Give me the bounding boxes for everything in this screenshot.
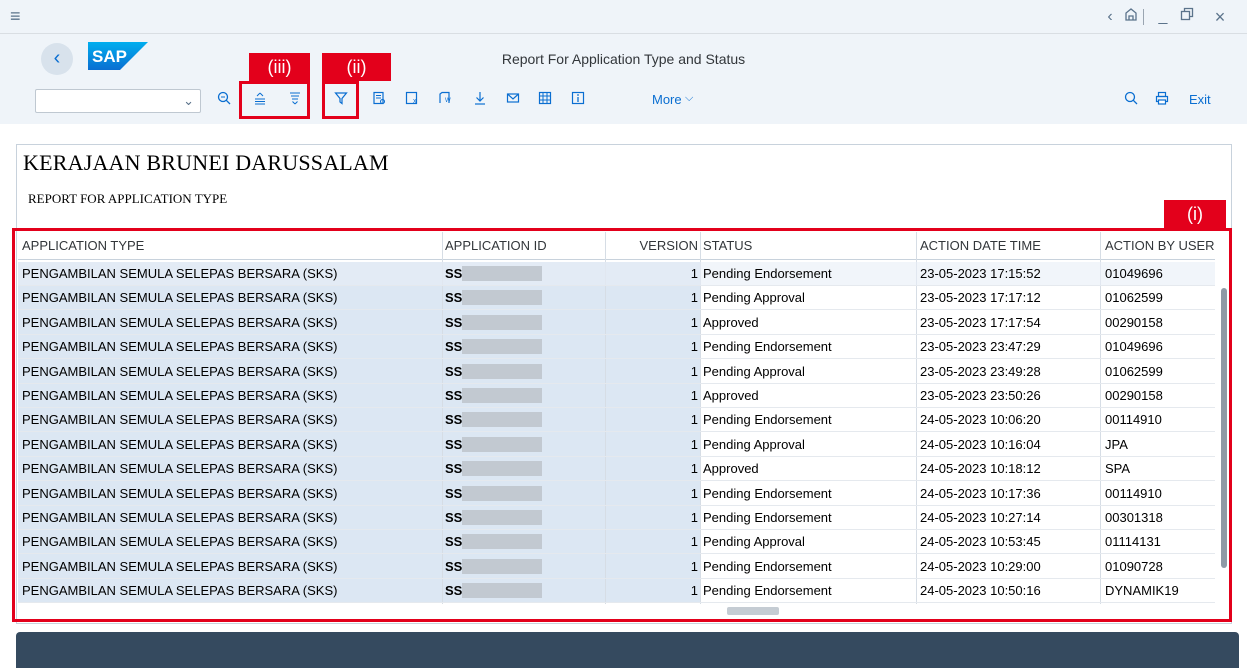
download-icon[interactable] (470, 90, 490, 110)
zoom-icon[interactable] (214, 90, 234, 110)
report-heading: KERAJAAN BRUNEI DARUSSALAM (23, 150, 389, 175)
annotation-label-i: (i) (1164, 200, 1226, 230)
info-icon[interactable] (568, 90, 588, 110)
annotation-box-i (12, 228, 1232, 622)
details-icon[interactable] (369, 90, 389, 110)
chevron-down-icon: ⌄ (183, 93, 194, 108)
search-icon[interactable] (1121, 90, 1141, 110)
annotation-label-iii: (iii) (249, 53, 310, 81)
home-icon[interactable] (1120, 7, 1142, 27)
export-excel-icon[interactable]: x (403, 90, 423, 110)
export-word-icon[interactable]: W (436, 90, 456, 110)
svg-text:x: x (413, 98, 417, 105)
svg-text:W: W (445, 98, 451, 104)
annotation-box-ii (322, 81, 359, 119)
chevron-down-icon[interactable]: ⌵ (685, 92, 693, 105)
more-menu-label[interactable]: More (652, 92, 682, 107)
window-separator (1143, 9, 1144, 25)
annotation-box-iii (239, 81, 310, 119)
footer-bar (16, 632, 1239, 668)
table-view-icon[interactable] (535, 90, 555, 110)
report-subheading: REPORT FOR APPLICATION TYPE (28, 191, 228, 206)
chevron-left-icon[interactable]: ‹ (1099, 7, 1121, 27)
shell-header: ‹ SAP Report For Application Type and St… (0, 34, 1247, 124)
print-icon[interactable] (1152, 90, 1172, 110)
window-titlebar: ≡ ‹ _ × (0, 0, 1247, 34)
minimize-icon[interactable]: _ (1152, 7, 1174, 27)
page-title: Report For Application Type and Status (501, 51, 746, 67)
annotation-label-ii: (ii) (322, 53, 391, 81)
exit-button[interactable]: Exit (1189, 92, 1211, 107)
variant-select[interactable]: ⌄ (35, 89, 201, 113)
maximize-icon[interactable] (1176, 7, 1198, 27)
mail-icon[interactable] (503, 90, 523, 110)
toolbar: ⌄ x W More ⌵ Exit (0, 84, 1247, 118)
hamburger-icon[interactable]: ≡ (10, 7, 28, 25)
close-icon[interactable]: × (1209, 7, 1231, 27)
